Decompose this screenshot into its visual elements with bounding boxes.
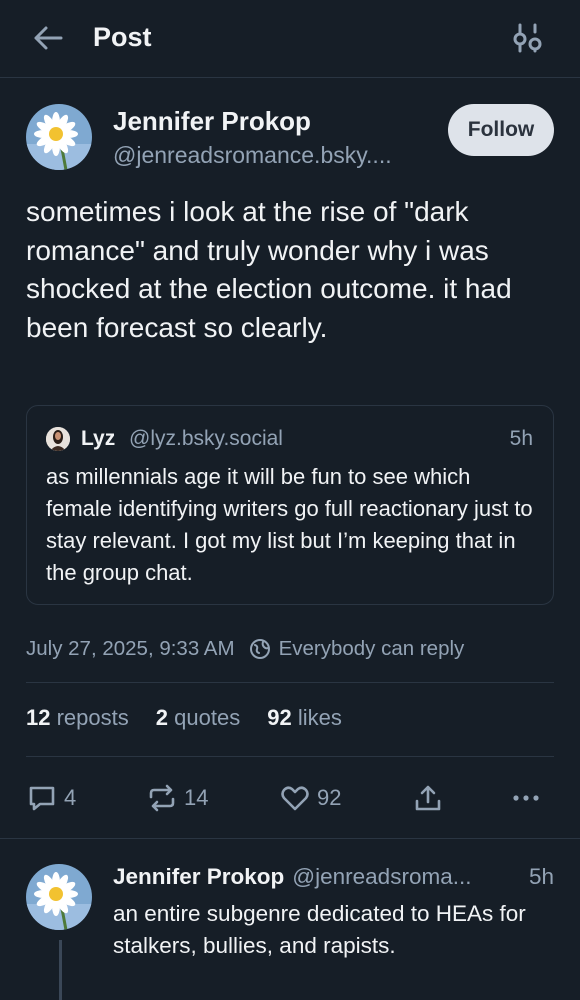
share-button[interactable] bbox=[412, 778, 444, 818]
divider bbox=[0, 838, 580, 839]
quote-text: as millennials age it will be fun to see… bbox=[46, 464, 533, 585]
repost-icon bbox=[149, 784, 175, 812]
reply-setting[interactable]: Everybody can reply bbox=[279, 637, 465, 661]
follow-button[interactable]: Follow bbox=[448, 104, 554, 156]
reply-author-avatar[interactable] bbox=[26, 864, 92, 930]
repost-button[interactable]: 14 bbox=[146, 778, 208, 818]
heart-icon bbox=[281, 786, 309, 811]
quote-author-avatar bbox=[46, 427, 70, 451]
daisy-avatar-image bbox=[26, 104, 92, 170]
author-avatar[interactable] bbox=[26, 104, 92, 170]
quote-author-name: Lyz bbox=[81, 427, 116, 450]
reply-count: 4 bbox=[64, 785, 77, 810]
page-title: Post bbox=[93, 22, 152, 52]
post-actions: 4 14 92 bbox=[0, 778, 580, 818]
likes-stat[interactable]: 92 likes bbox=[267, 705, 342, 731]
more-options-button[interactable] bbox=[510, 778, 542, 818]
post-timestamp: July 27, 2025, 9:33 AM bbox=[26, 637, 235, 660]
thread-line bbox=[59, 940, 62, 1000]
quote-author-handle: @lyz.bsky.social bbox=[129, 427, 283, 450]
person-avatar-image bbox=[46, 427, 70, 451]
author-handle[interactable]: @jenreadsromance.bsky.... bbox=[113, 142, 392, 169]
like-count: 92 bbox=[317, 785, 342, 810]
divider bbox=[26, 756, 554, 757]
repost-count: 14 bbox=[184, 785, 209, 810]
post-stats: 12 reposts 2 quotes 92 likes bbox=[26, 705, 369, 731]
quotes-stat[interactable]: 2 quotes bbox=[156, 705, 240, 731]
reposts-stat[interactable]: 12 reposts bbox=[26, 705, 129, 731]
share-icon bbox=[415, 785, 441, 811]
reply-author-handle: @jenreadsroma... bbox=[292, 864, 472, 889]
post-text: sometimes i look at the rise of "dark ro… bbox=[26, 196, 512, 343]
daisy-avatar-image bbox=[26, 864, 92, 930]
more-horizontal-icon bbox=[513, 795, 539, 801]
author-name[interactable]: Jennifer Prokop bbox=[113, 106, 311, 137]
thread-options-button[interactable] bbox=[508, 20, 548, 56]
globe-icon bbox=[249, 639, 270, 659]
reply-button[interactable]: 4 bbox=[26, 778, 76, 818]
top-bar: Post bbox=[0, 0, 580, 78]
reply-author-name: Jennifer Prokop bbox=[113, 864, 285, 889]
like-button[interactable]: 92 bbox=[279, 778, 341, 818]
reply-text: an entire subgenre dedicated to HEAs for… bbox=[113, 901, 526, 958]
quote-timestamp: 5h bbox=[509, 427, 533, 450]
divider bbox=[26, 682, 554, 683]
post-meta: July 27, 2025, 9:33 AM Everybody can rep… bbox=[26, 634, 464, 664]
speech-bubble-icon bbox=[29, 786, 55, 811]
back-button[interactable] bbox=[30, 20, 66, 56]
quoted-post[interactable]: Lyz @lyz.bsky.social 5h as millennials a… bbox=[26, 405, 554, 605]
arrow-left-icon bbox=[34, 26, 63, 50]
reply-timestamp: 5h bbox=[528, 864, 554, 889]
sliders-icon bbox=[513, 23, 542, 53]
reply-header[interactable]: Jennifer Prokop @jenreadsroma... bbox=[113, 864, 558, 890]
